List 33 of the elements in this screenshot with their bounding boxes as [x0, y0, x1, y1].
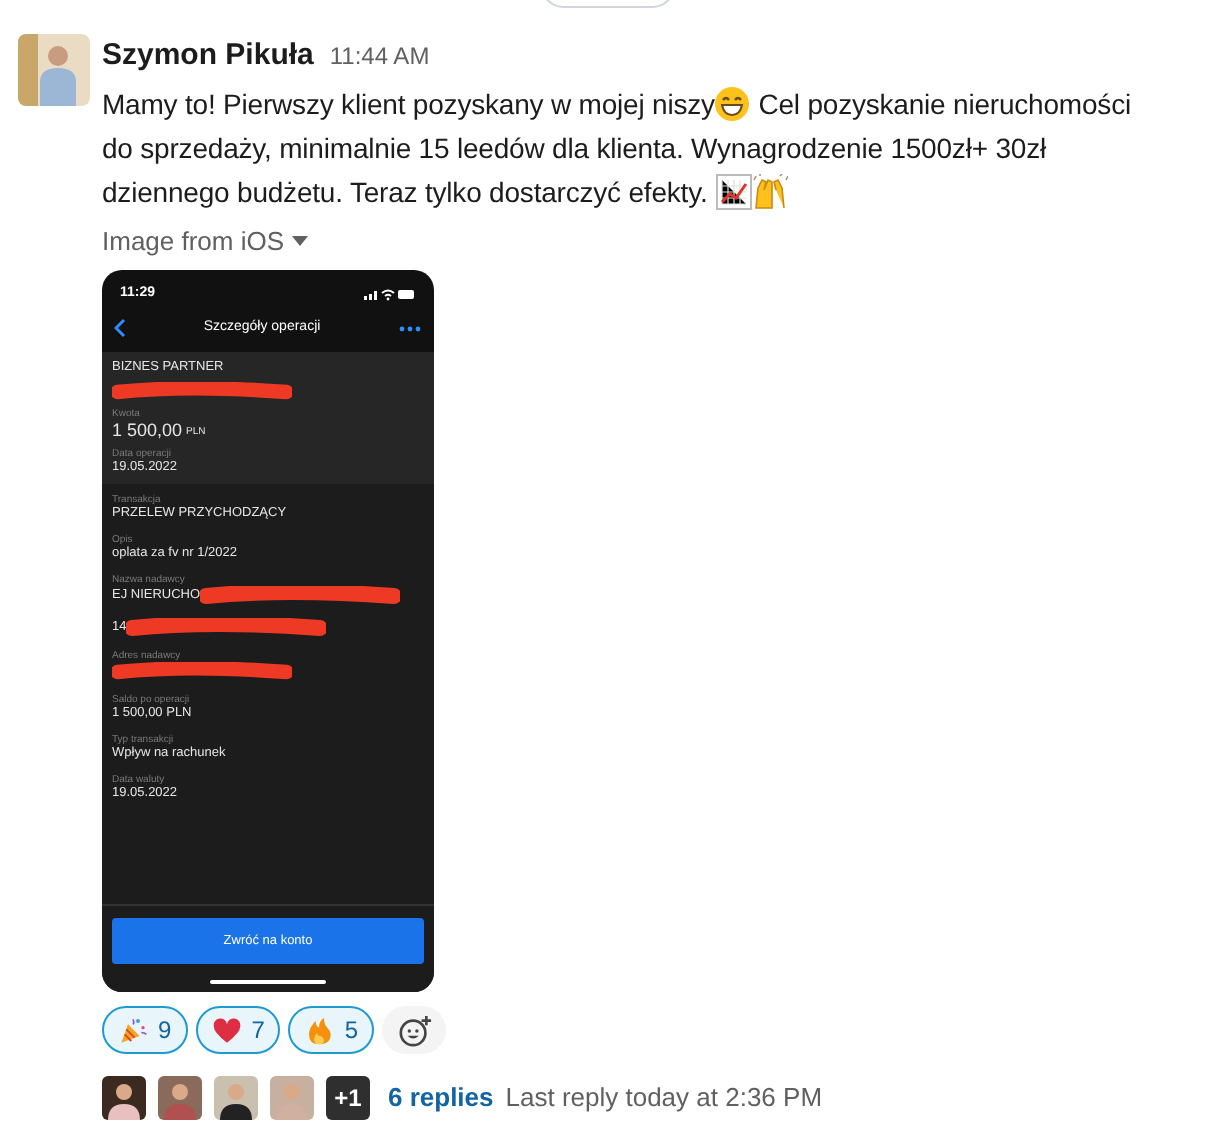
home-indicator	[210, 980, 326, 984]
add-reaction-button[interactable]	[382, 1006, 447, 1054]
reaction-pill[interactable]: 9	[102, 1006, 188, 1054]
avatar	[270, 1076, 314, 1120]
reaction-pill[interactable]: 7	[195, 1006, 281, 1054]
reaction-pill[interactable]: 5	[288, 1006, 375, 1054]
message-text: do sprzedaży, minimalnie 15 leedów dla klienta. Wynagrodzenie 1500zł+ 30zł	[102, 129, 1046, 168]
phone-screenshot[interactable]	[102, 270, 434, 992]
message-text: dziennego budżetu. Teraz tylko dostarczyć efekty.	[102, 173, 710, 212]
replies-link[interactable]: 6 replies	[388, 1078, 494, 1118]
message-text: Cel pozyskanie nieruchomości	[756, 85, 1131, 124]
caret-icon[interactable]	[292, 235, 309, 246]
raised-hands-icon	[751, 173, 788, 209]
message-text: Mamy to! Pierwszy klient pozyskany w mojej niszy	[102, 85, 715, 124]
last-reply-time: Last reply today at 2:36 PM	[505, 1080, 823, 1117]
chart-increasing-icon	[715, 173, 752, 209]
avatar	[158, 1076, 202, 1120]
grinning-face-icon	[714, 85, 751, 121]
field-value: 1 500,00	[112, 420, 183, 442]
emoji-add-icon	[397, 1013, 432, 1047]
author-name[interactable]: Szymon Pikuła	[102, 34, 314, 79]
more-icon	[398, 325, 422, 331]
back-icon	[114, 318, 126, 338]
more-avatars-count[interactable]: +1	[326, 1076, 370, 1120]
status-icons	[364, 287, 416, 301]
avatar	[214, 1076, 258, 1120]
attachment-label[interactable]: Image from iOS	[102, 221, 285, 260]
avatar	[102, 1076, 146, 1120]
message-time[interactable]: 11:44 AM	[329, 38, 430, 74]
avatar	[18, 34, 90, 106]
party-popper-icon	[118, 1015, 148, 1045]
fire-icon	[304, 1015, 335, 1045]
heart-icon	[211, 1015, 242, 1045]
